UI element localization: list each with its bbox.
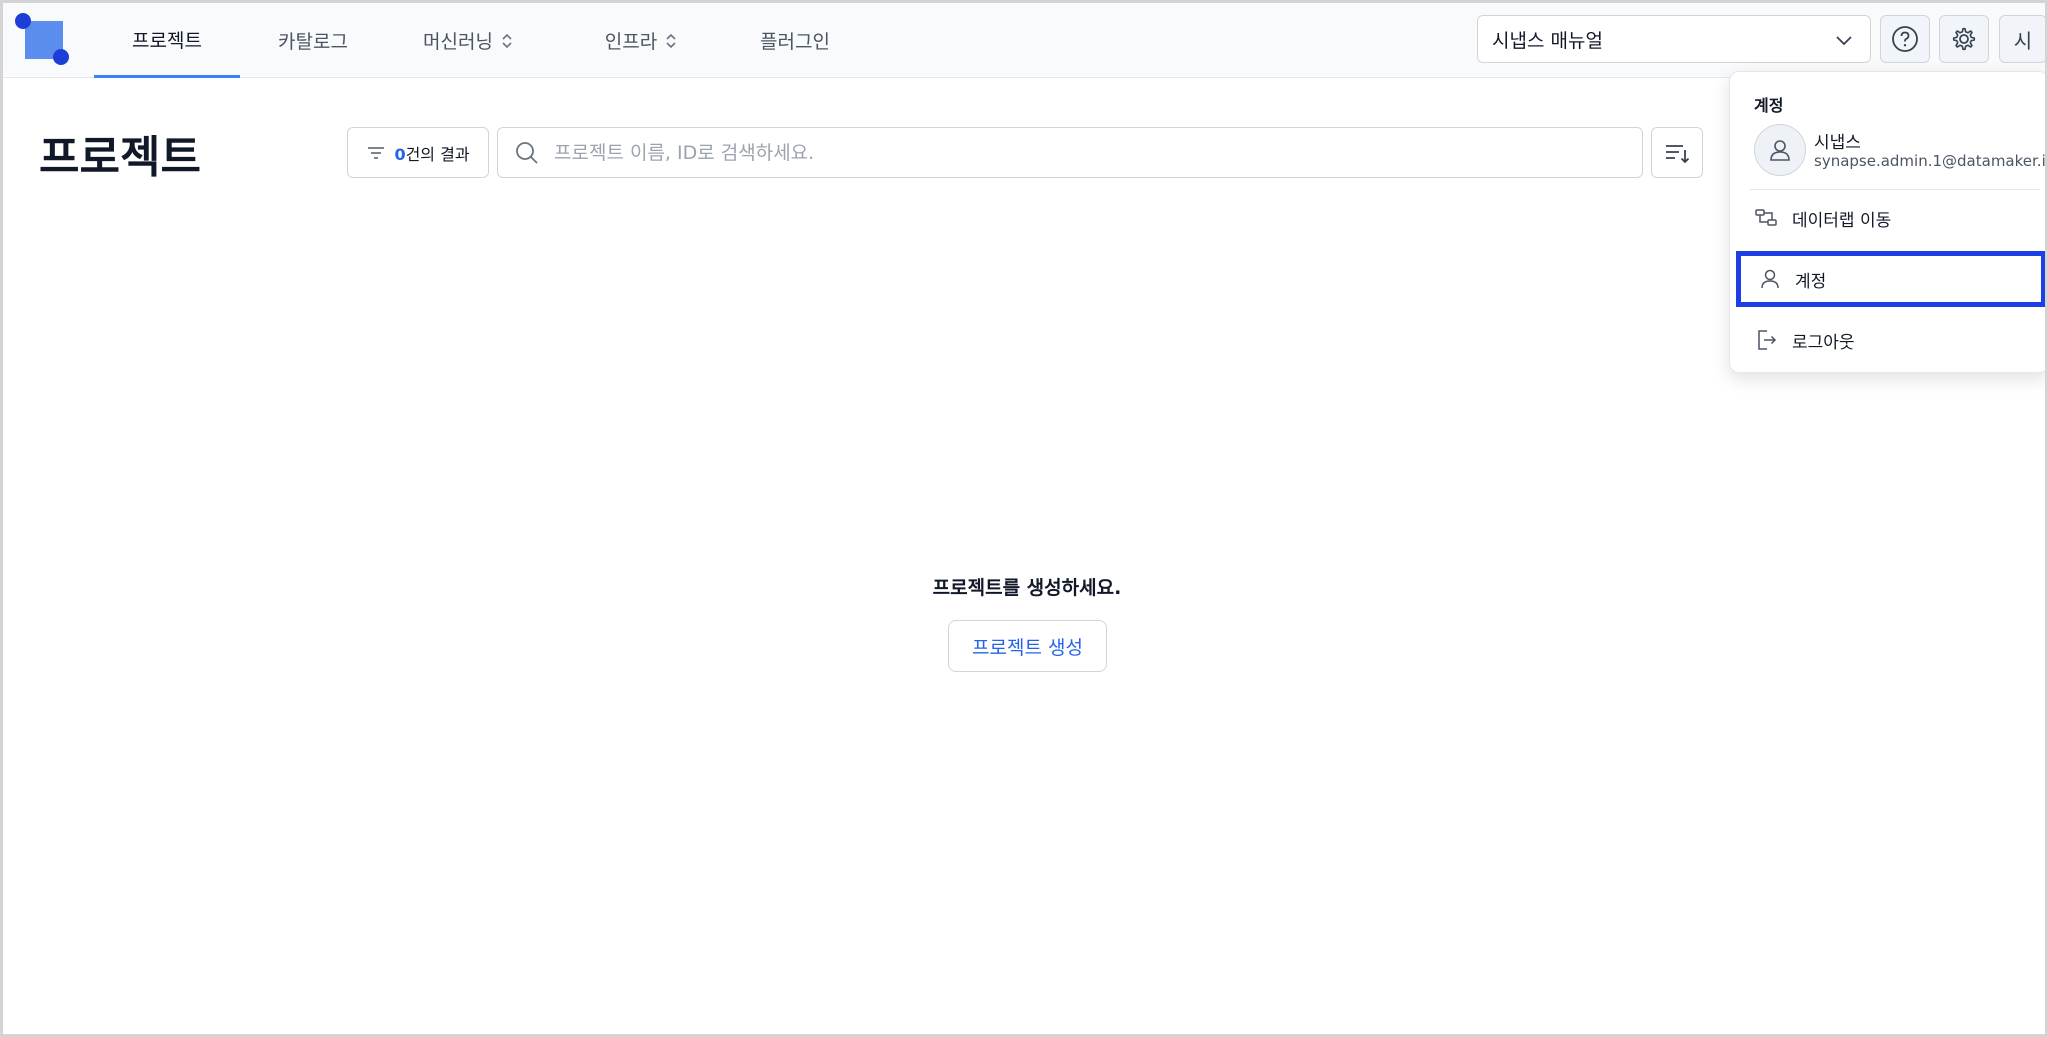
user-email: synapse.admin.1@datamaker.io [1814,152,2048,170]
menu-item-label: 데이터랩 이동 [1792,210,1892,231]
tab-catalog[interactable]: 카탈로그 [253,3,373,78]
account-dropdown-menu: 계정 시냅스 synapse.admin.1@datamaker.io 데이터랩… [1729,71,2048,373]
empty-state-message: 프로젝트를 생성하세요. [932,577,1122,599]
result-count: 0 [394,144,406,164]
chevron-up-down-icon [666,33,676,48]
dropdown-title: 계정 [1754,96,1784,115]
tab-label: 인프라 [604,31,658,53]
menu-item-label: 계정 [1795,271,1827,292]
filter-results-button[interactable]: 0건의 결과 [347,127,489,178]
top-nav-bar: 프로젝트 카탈로그 머신러닝 인프라 플러그인 시냅스 매뉴얼 시 [3,3,2045,78]
project-select-value: 시냅스 매뉴얼 [1492,29,1603,52]
user-name: 시냅스 [1814,133,1861,153]
chevron-up-down-icon [502,33,512,48]
tab-machine-learning[interactable]: 머신러닝 [403,3,533,78]
user-icon [1761,269,1779,289]
user-avatar [1754,124,1806,176]
tab-label: 플러그인 [760,31,830,53]
create-project-button[interactable]: 프로젝트 생성 [948,620,1107,672]
filter-icon [368,146,385,159]
logo-dot [53,49,69,65]
logo-dot [15,13,31,29]
tab-label: 카탈로그 [278,31,348,53]
menu-item-label: 로그아웃 [1792,332,1855,353]
tab-label: 프로젝트 [132,29,202,52]
settings-button[interactable] [1939,15,1989,63]
menu-item-account[interactable]: 계정 [1736,251,2045,307]
tab-label: 머신러닝 [423,31,493,53]
app-frame: 프로젝트 카탈로그 머신러닝 인프라 플러그인 시냅스 매뉴얼 시 프로젝트 0… [0,0,2048,1037]
tab-infra[interactable]: 인프라 [581,3,701,78]
help-button[interactable] [1880,15,1930,63]
menu-item-logout[interactable]: 로그아웃 [1734,312,2045,368]
gear-icon [1952,27,1976,51]
sort-icon [1666,144,1690,163]
app-logo[interactable] [15,13,71,69]
user-icon [1770,140,1790,161]
question-circle-icon [1892,26,1918,52]
search-icon [516,142,538,164]
search-box[interactable] [497,127,1643,178]
menu-item-datalab[interactable]: 데이터랩 이동 [1734,190,2045,246]
datalab-icon [1755,209,1777,226]
account-avatar-button[interactable]: 시 [1999,15,2045,63]
search-input[interactable] [554,141,1642,164]
logout-icon [1758,330,1777,350]
result-label: 건의 결과 [405,144,470,164]
tab-plugins[interactable]: 플러그인 [743,3,847,78]
project-select-dropdown[interactable]: 시냅스 매뉴얼 [1477,15,1871,63]
tab-projects[interactable]: 프로젝트 [94,3,240,78]
chevron-down-icon [1836,36,1852,46]
sort-button[interactable] [1651,127,1703,178]
page-title: 프로젝트 [39,132,201,183]
avatar-initial: 시 [2013,28,2033,53]
